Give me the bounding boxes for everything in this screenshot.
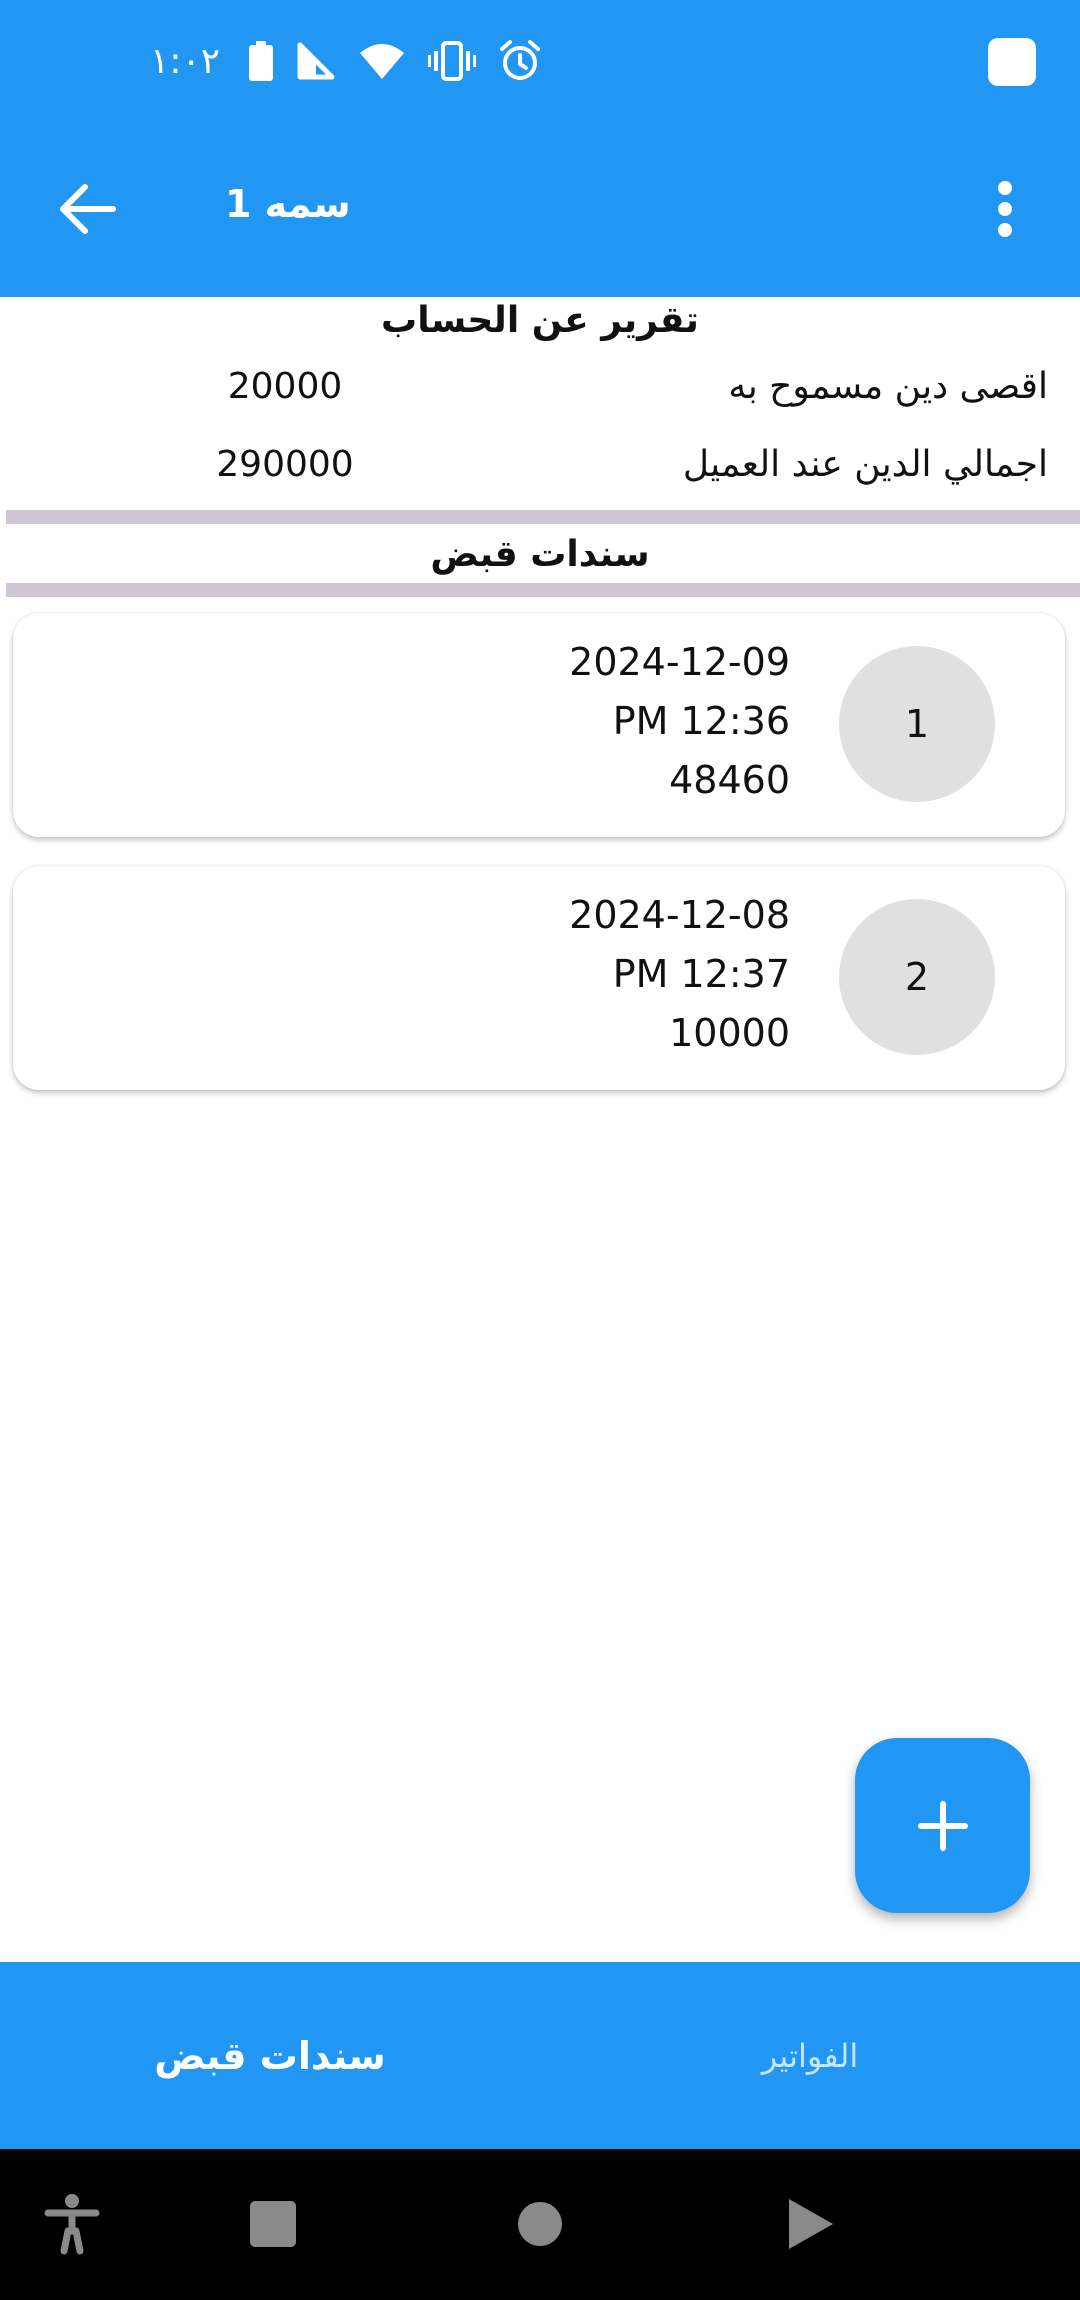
divider [6, 510, 1080, 524]
back-nav-button[interactable] [775, 2189, 845, 2259]
receipt-date: 2024-12-09 [569, 640, 790, 684]
vibrate-icon [428, 41, 477, 81]
back-button[interactable] [50, 172, 124, 246]
add-receipt-button[interactable] [855, 1738, 1030, 1913]
bottom-navigation: سندات قبض الفواتير [0, 1962, 1080, 2149]
battery-icon [248, 41, 274, 81]
home-icon [518, 2202, 562, 2246]
tab-receipts-label: سندات قبض [154, 2033, 386, 2078]
wifi-icon [358, 41, 406, 81]
max-debt-value: 20000 [227, 366, 343, 407]
app-bar: سمه 1 [0, 122, 1080, 297]
system-navigation-bar [0, 2149, 1080, 2300]
receipt-time: PM 12:36 [612, 699, 790, 743]
total-debt-value: 290000 [216, 444, 354, 485]
receipt-amount: 48460 [669, 758, 790, 802]
alarm-icon [498, 39, 542, 83]
receipt-amount: 10000 [669, 1011, 790, 1055]
receipt-number-avatar: 1 [839, 646, 995, 802]
more-options-button[interactable] [970, 172, 1040, 246]
divider [6, 583, 1080, 597]
status-bar: ١:٠٢ [0, 0, 1080, 122]
receipt-date: 2024-12-08 [569, 893, 790, 937]
recents-icon [250, 2201, 296, 2247]
accessibility-icon [44, 2194, 100, 2255]
home-button[interactable] [505, 2189, 575, 2259]
receipt-time: PM 12:37 [612, 952, 790, 996]
notification-square-icon [988, 38, 1036, 86]
more-vert-icon [998, 181, 1012, 237]
recents-button[interactable] [238, 2189, 308, 2259]
signal-icon [296, 41, 336, 81]
page-title: سمه 1 [225, 182, 351, 226]
receipt-number-avatar: 2 [839, 899, 995, 1055]
back-triangle-icon [789, 2199, 833, 2249]
section-title: سندات قبض [430, 534, 650, 575]
report-title: تقرير عن الحساب [381, 300, 699, 341]
tab-invoices-label: الفواتير [761, 2036, 859, 2075]
receipt-details: 2024-12-08 PM 12:37 10000 [569, 886, 790, 1063]
receipt-details: 2024-12-09 PM 12:36 48460 [569, 633, 790, 810]
arrow-back-icon [60, 184, 116, 234]
tab-invoices[interactable]: الفواتير [540, 1962, 1080, 2149]
status-time: ١:٠٢ [150, 40, 221, 82]
status-indicators: ١:٠٢ [150, 36, 542, 86]
receipt-card[interactable]: 1 2024-12-09 PM 12:36 48460 [13, 613, 1065, 837]
report-row-total-debt: اجمالي الدين عند العميل 290000 [0, 444, 1080, 504]
accessibility-button[interactable] [37, 2189, 107, 2259]
plus-icon [917, 1800, 968, 1851]
receipt-card[interactable]: 2 2024-12-08 PM 12:37 10000 [13, 866, 1065, 1090]
report-row-max-debt: اقصى دين مسموح به 20000 [0, 366, 1080, 426]
total-debt-label: اجمالي الدين عند العميل [682, 444, 1048, 485]
tab-receipts[interactable]: سندات قبض [0, 1962, 540, 2149]
max-debt-label: اقصى دين مسموح به [728, 366, 1048, 407]
